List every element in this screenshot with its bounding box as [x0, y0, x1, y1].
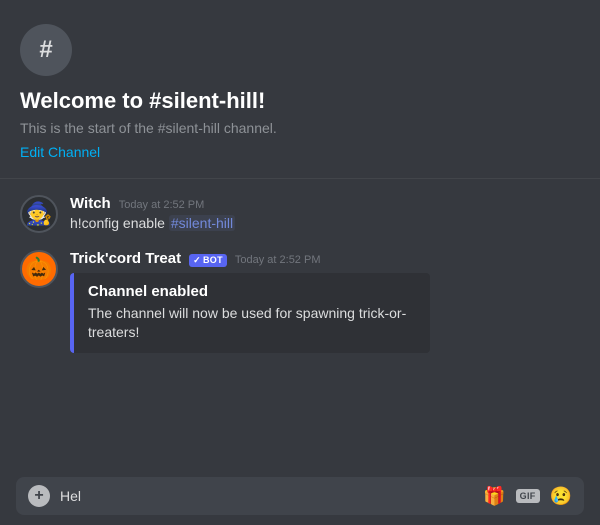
hash-icon: # [39, 36, 52, 64]
emoji-icon[interactable]: 😢 [550, 486, 572, 507]
channel-mention[interactable]: #silent-hill [169, 215, 235, 231]
message-header: Witch Today at 2:52 PM [70, 195, 580, 212]
message-timestamp: Today at 2:52 PM [119, 199, 205, 211]
message-input[interactable] [60, 488, 473, 504]
bot-badge-check-icon: ✓ [193, 255, 201, 266]
message-text-part: h!config enable [70, 215, 169, 231]
bot-embed: Channel enabled The channel will now be … [70, 273, 430, 353]
input-area: + 🎁 GIF 😢 [0, 467, 600, 525]
message-username: Trick'cord Treat [70, 250, 181, 267]
messages-area: 🧙 Witch Today at 2:52 PM h!config enable… [0, 179, 600, 467]
gift-icon[interactable]: 🎁 [483, 486, 505, 507]
list-item: 🧙 Witch Today at 2:52 PM h!config enable… [20, 195, 580, 234]
channel-title: Welcome to #silent-hill! [20, 88, 580, 114]
list-item: 🎃 Trick'cord Treat ✓ BOT Today at 2:52 P… [20, 250, 580, 353]
message-username: Witch [70, 195, 111, 212]
message-content: Trick'cord Treat ✓ BOT Today at 2:52 PM … [70, 250, 580, 353]
channel-header: # Welcome to #silent-hill! This is the s… [0, 0, 600, 179]
embed-description: The channel will now be used for spawnin… [88, 304, 416, 343]
embed-title: Channel enabled [88, 283, 416, 300]
message-content: Witch Today at 2:52 PM h!config enable #… [70, 195, 580, 234]
message-text: h!config enable #silent-hill [70, 214, 580, 234]
bot-badge: ✓ BOT [189, 254, 227, 267]
channel-icon: # [20, 24, 72, 76]
avatar: 🎃 [20, 250, 58, 288]
witch-avatar-emoji: 🧙 [25, 201, 52, 227]
edit-channel-link[interactable]: Edit Channel [20, 144, 100, 160]
message-timestamp: Today at 2:52 PM [235, 254, 321, 266]
bot-avatar-emoji: 🎃 [25, 256, 52, 282]
message-header: Trick'cord Treat ✓ BOT Today at 2:52 PM [70, 250, 580, 267]
avatar: 🧙 [20, 195, 58, 233]
add-attachment-button[interactable]: + [28, 485, 50, 507]
gif-button[interactable]: GIF [516, 489, 540, 503]
input-wrapper: + 🎁 GIF 😢 [16, 477, 584, 515]
channel-description: This is the start of the #silent-hill ch… [20, 120, 580, 136]
input-actions: 🎁 GIF 😢 [483, 486, 572, 507]
